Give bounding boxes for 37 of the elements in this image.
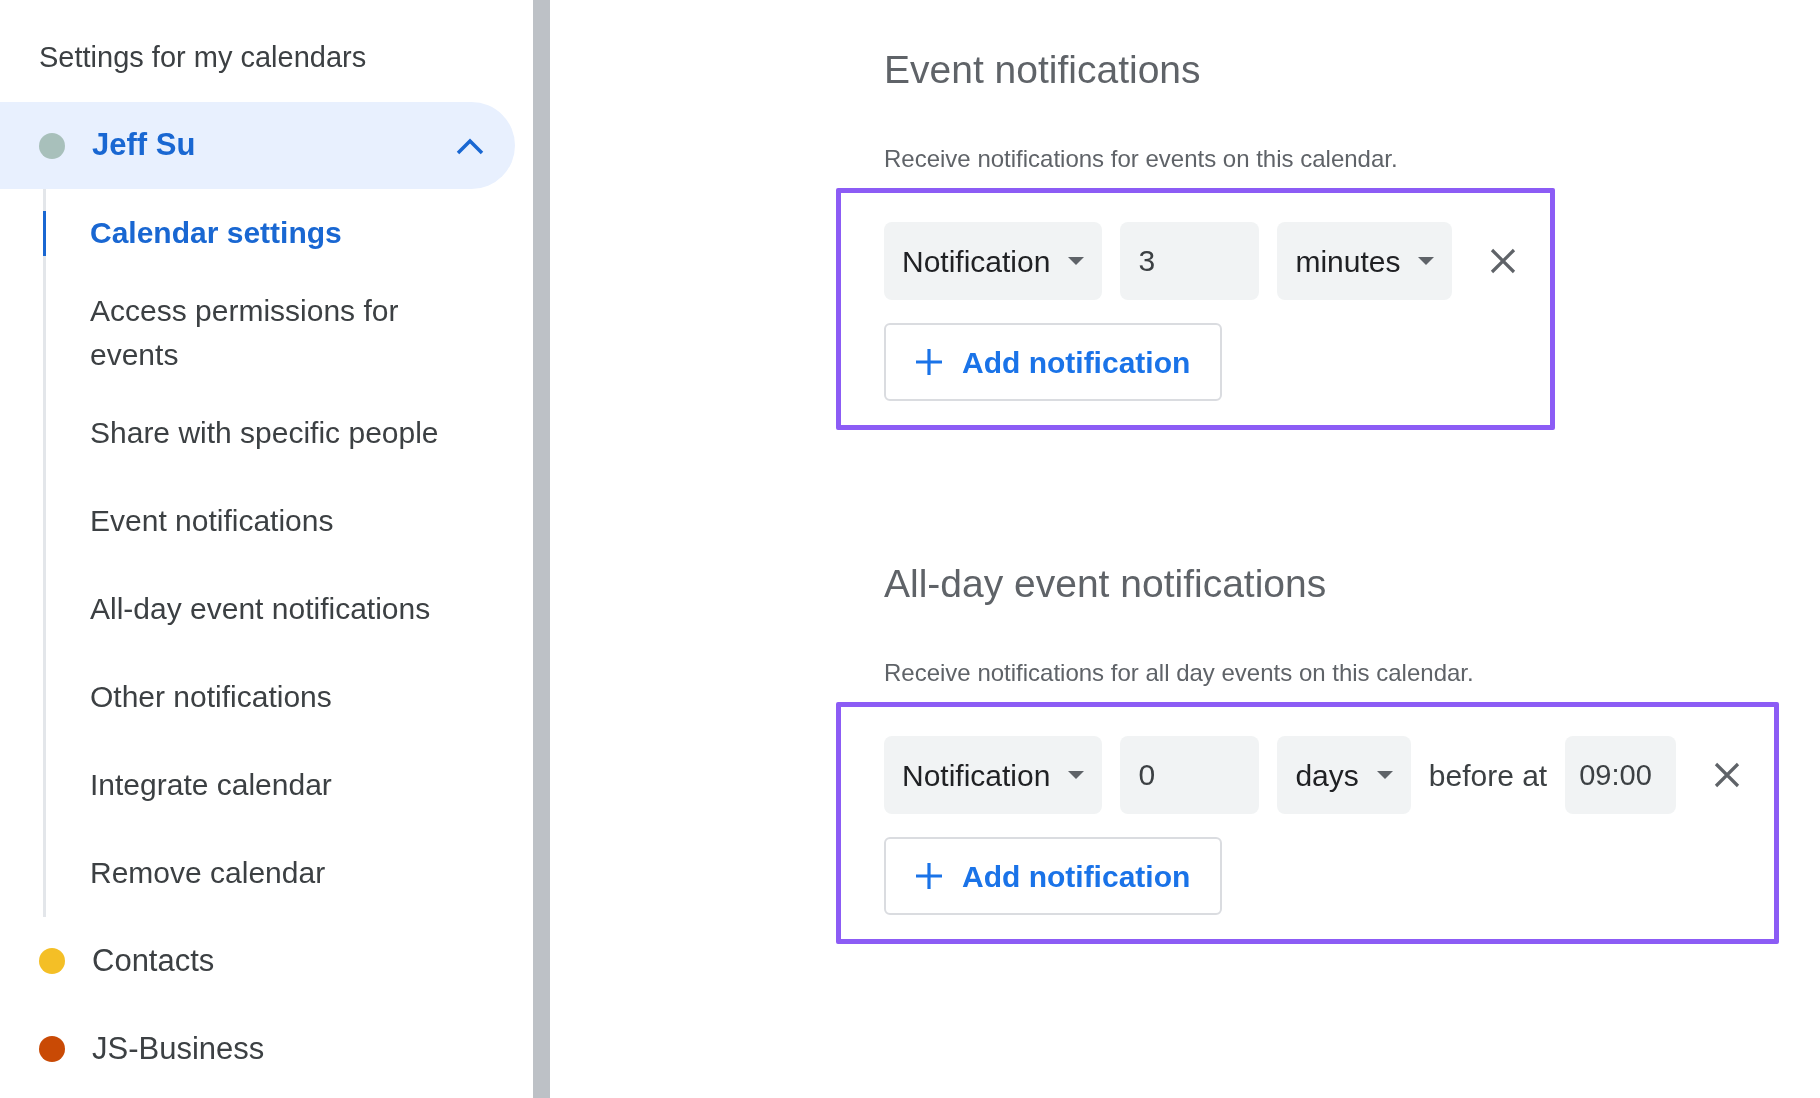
section-description: Receive notifications for all day events on this calendar. <box>884 658 1475 688</box>
calendar-name: Contacts <box>92 941 216 980</box>
sidebar-heading: Settings for my calendars <box>38 40 368 75</box>
section-description: Receive notifications for events on this calendar. <box>884 144 1399 174</box>
caret-icon <box>1418 257 1435 265</box>
add-notification-button[interactable]: Add notification <box>884 323 1223 401</box>
section-heading: All-day event notifications <box>884 561 1328 607</box>
settings-nav-item[interactable]: Event notifications <box>46 477 533 565</box>
caret-icon <box>1376 771 1393 779</box>
settings-nav-item[interactable]: Share with specific people <box>46 389 533 477</box>
time-field[interactable]: 09:00 <box>1565 736 1677 814</box>
amount-field[interactable]: 3 <box>1120 222 1260 300</box>
calendar-name: Jeff Su <box>92 126 197 165</box>
method-dropdown[interactable]: Notification <box>884 736 1103 814</box>
plus-icon <box>916 863 942 889</box>
method-dropdown[interactable]: Notification <box>884 222 1103 300</box>
section-heading: Event notifications <box>884 47 1202 93</box>
settings-nav-item[interactable]: Integrate calendar <box>46 741 533 829</box>
settings-nav-item[interactable]: Calendar settings <box>46 189 533 277</box>
amount-field[interactable]: 0 <box>1120 736 1260 814</box>
plus-icon <box>916 349 942 375</box>
add-notification-button[interactable]: Add notification <box>884 837 1223 915</box>
close-icon <box>1490 248 1517 274</box>
calendar-item[interactable]: JS-Business <box>0 1005 515 1093</box>
settings-nav-item[interactable]: Access permissions for events <box>46 277 533 389</box>
settings-nav-item[interactable]: All-day event notifications <box>46 565 533 653</box>
calendar-name: JS-Business <box>92 1029 266 1068</box>
unit-dropdown[interactable]: minutes <box>1277 222 1453 300</box>
caret-icon <box>1068 257 1085 265</box>
unit-dropdown[interactable]: days <box>1277 736 1411 814</box>
caret-icon <box>1068 771 1085 779</box>
calendar-item[interactable]: Jeff Su <box>0 102 515 189</box>
settings-nav-item[interactable]: Other notifications <box>46 653 533 741</box>
close-icon <box>1714 762 1741 788</box>
time-label: before at <box>1428 757 1548 794</box>
settings-nav-item[interactable]: Remove calendar <box>46 829 533 917</box>
calendar-item[interactable]: Contacts <box>0 917 515 1005</box>
